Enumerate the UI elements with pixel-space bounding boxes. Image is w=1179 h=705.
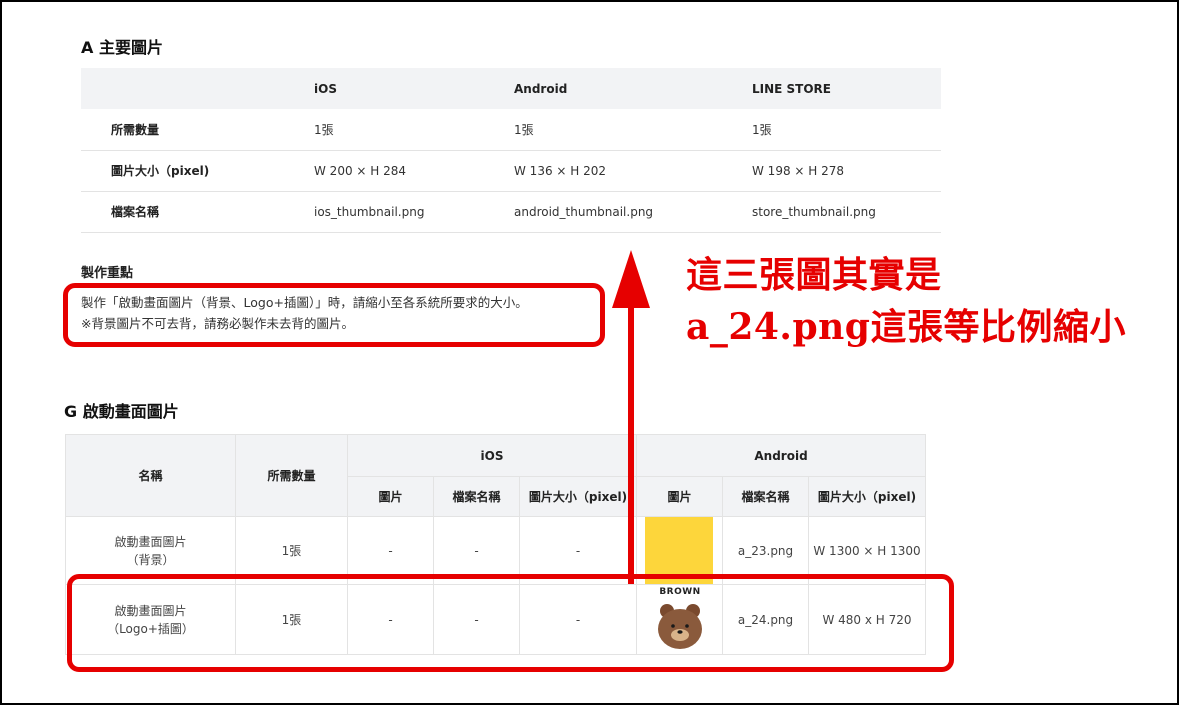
header-empty (81, 68, 314, 109)
table-row: 檔案名稱 ios_thumbnail.png android_thumbnail… (81, 191, 941, 233)
table-row: 所需數量 1張 1張 1張 (81, 109, 941, 151)
table-header-row: iOS Android LINE STORE (81, 68, 941, 109)
header-ios-image: 圖片 (347, 476, 434, 517)
row-name-line1: 啟動畫面圖片 (114, 534, 187, 549)
row-name-line2: （背景） (126, 552, 175, 567)
cell-store-quantity: 1張 (752, 109, 941, 151)
annotation-text-line-1: 這三張圖其實是 (686, 254, 942, 296)
highlight-box-key-points (63, 283, 605, 347)
up-arrow-icon (612, 250, 650, 584)
header-android: Android (636, 434, 927, 477)
table-row: 圖片大小（pixel) W 200 × H 284 W 136 × H 202 … (81, 150, 941, 192)
header-android-size: 圖片大小（pixel) (808, 476, 927, 517)
cell-android-quantity: 1張 (514, 109, 752, 151)
highlight-box-logo-row (67, 574, 954, 672)
header-name: 名稱 (65, 434, 236, 517)
annotation-text-line-2: a_24.png這張等比例縮小 (686, 306, 1126, 348)
cell-ios-quantity: 1張 (314, 109, 514, 151)
cell-ios-filename: ios_thumbnail.png (314, 191, 514, 233)
cell-android-size: W 136 × H 202 (514, 150, 752, 192)
section-g-title: G 啟動畫面圖片 (64, 402, 179, 421)
header-ios: iOS (346, 434, 638, 477)
table-header-row: 名稱 所需數量 iOS Android (65, 434, 927, 517)
row-label-quantity: 所需數量 (81, 109, 314, 151)
header-android: Android (514, 68, 752, 109)
row-label-filename: 檔案名稱 (81, 191, 314, 233)
cell-store-size: W 198 × H 278 (752, 150, 941, 192)
row-label-size: 圖片大小（pixel) (81, 150, 314, 192)
header-line-store: LINE STORE (752, 68, 941, 109)
section-a-title: A 主要圖片 (81, 38, 163, 57)
header-ios-filename: 檔案名稱 (433, 476, 520, 517)
key-points-title: 製作重點 (81, 266, 134, 281)
main-image-table: iOS Android LINE STORE 所需數量 1張 1張 1張 圖片大… (81, 68, 941, 233)
header-android-filename: 檔案名稱 (722, 476, 810, 517)
cell-store-filename: store_thumbnail.png (752, 191, 941, 233)
header-quantity: 所需數量 (235, 434, 348, 517)
header-ios: iOS (314, 68, 514, 109)
cell-ios-size: W 200 × H 284 (314, 150, 514, 192)
cell-android-filename: android_thumbnail.png (514, 191, 752, 233)
